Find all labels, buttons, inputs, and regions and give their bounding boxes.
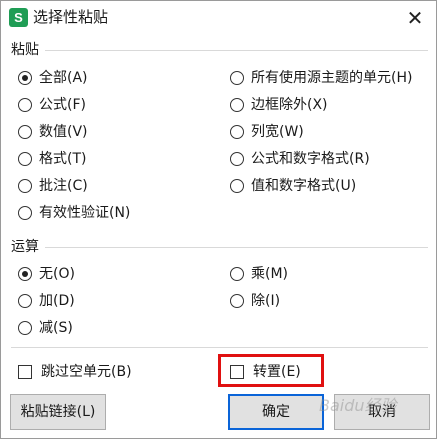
radio-paste-validation[interactable]: 有效性验证(N) bbox=[18, 202, 130, 224]
radio-paste-formulas-number-formats[interactable]: 公式和数字格式(R) bbox=[230, 148, 370, 170]
radio-op-subtract[interactable]: 减(S) bbox=[18, 317, 73, 339]
options-divider bbox=[11, 347, 428, 348]
ok-button[interactable]: 确定 bbox=[228, 394, 324, 430]
transpose-highlight-box bbox=[218, 354, 324, 387]
paste-special-dialog: S 选择性粘贴 ✕ 粘贴 全部(A) 公式(F) 数值(V) 格式(T) 批注(… bbox=[0, 0, 437, 439]
paste-group-divider bbox=[11, 50, 428, 51]
checkbox-icon bbox=[18, 365, 32, 379]
radio-button-icon bbox=[230, 179, 244, 193]
radio-paste-except-borders[interactable]: 边框除外(X) bbox=[230, 94, 328, 116]
radio-paste-values-number-formats[interactable]: 值和数字格式(U) bbox=[230, 175, 356, 197]
radio-paste-values[interactable]: 数值(V) bbox=[18, 121, 88, 143]
radio-paste-column-widths[interactable]: 列宽(W) bbox=[230, 121, 304, 143]
title-bar: S 选择性粘贴 ✕ bbox=[1, 1, 436, 33]
operation-group-divider bbox=[11, 247, 428, 248]
radio-button-icon bbox=[18, 267, 32, 281]
radio-button-icon bbox=[18, 71, 32, 85]
radio-paste-all[interactable]: 全部(A) bbox=[18, 67, 88, 89]
radio-button-icon bbox=[230, 267, 244, 281]
radio-button-icon bbox=[18, 321, 32, 335]
radio-button-icon bbox=[18, 179, 32, 193]
close-icon[interactable]: ✕ bbox=[405, 8, 425, 28]
radio-paste-formats[interactable]: 格式(T) bbox=[18, 148, 86, 170]
paste-group-label: 粘贴 bbox=[11, 41, 45, 59]
radio-paste-formulas[interactable]: 公式(F) bbox=[18, 94, 86, 116]
radio-button-icon bbox=[230, 152, 244, 166]
radio-button-icon bbox=[230, 71, 244, 85]
radio-op-add[interactable]: 加(D) bbox=[18, 290, 75, 312]
radio-paste-comments[interactable]: 批注(C) bbox=[18, 175, 88, 197]
dialog-title: 选择性粘贴 bbox=[33, 8, 109, 26]
radio-button-icon bbox=[18, 152, 32, 166]
radio-button-icon bbox=[18, 294, 32, 308]
radio-op-divide[interactable]: 除(I) bbox=[230, 290, 280, 312]
radio-button-icon bbox=[230, 294, 244, 308]
radio-op-none[interactable]: 无(O) bbox=[18, 263, 75, 285]
paste-link-button[interactable]: 粘贴链接(L) bbox=[10, 394, 106, 430]
radio-button-icon bbox=[18, 125, 32, 139]
cancel-button[interactable]: 取消 bbox=[334, 394, 430, 430]
radio-paste-source-theme[interactable]: 所有使用源主题的单元(H) bbox=[230, 67, 412, 89]
operation-group-label: 运算 bbox=[11, 238, 45, 256]
radio-button-icon bbox=[18, 98, 32, 112]
radio-button-icon bbox=[230, 98, 244, 112]
radio-button-icon bbox=[230, 125, 244, 139]
skip-blanks-checkbox[interactable]: 跳过空单元(B) bbox=[18, 361, 132, 383]
radio-button-icon bbox=[18, 206, 32, 220]
radio-op-multiply[interactable]: 乘(M) bbox=[230, 263, 288, 285]
app-icon: S bbox=[9, 8, 28, 27]
